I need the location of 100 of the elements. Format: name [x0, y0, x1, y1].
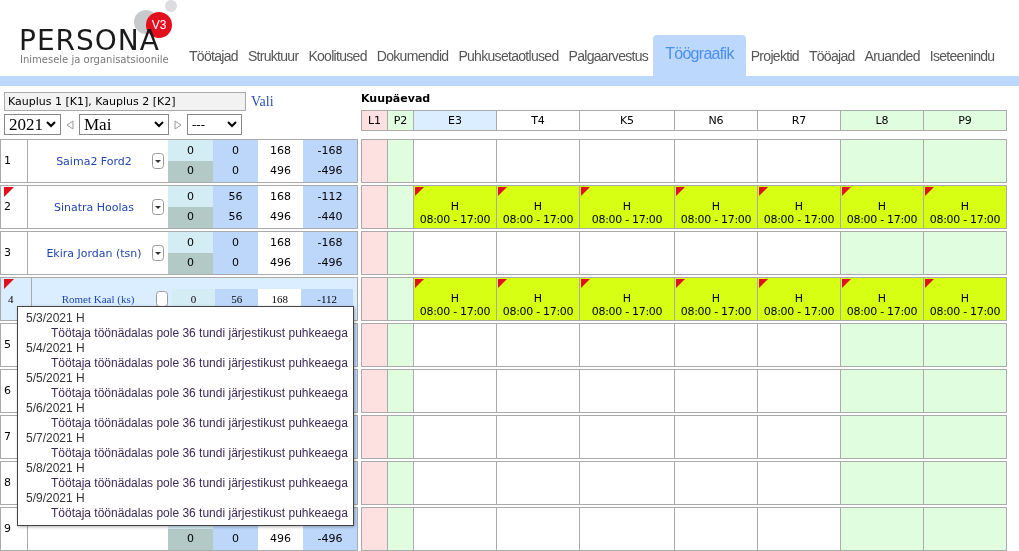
day-cell[interactable] — [579, 507, 675, 551]
day-cell[interactable] — [496, 231, 580, 275]
shift-cell[interactable]: H 08:00 - 17:00 — [496, 277, 580, 321]
day-cell[interactable] — [674, 139, 758, 183]
month-select[interactable]: Mai — [79, 114, 169, 135]
nav-tab[interactable]: Töötajad — [184, 48, 243, 76]
day-cell[interactable] — [361, 185, 388, 229]
day-cell[interactable] — [361, 369, 388, 413]
day-cell[interactable] — [674, 415, 758, 459]
day-cell[interactable] — [840, 323, 924, 367]
day-cell[interactable] — [674, 507, 758, 551]
day-cell[interactable] — [387, 369, 414, 413]
day-cell[interactable] — [579, 231, 675, 275]
day-cell[interactable] — [840, 461, 924, 505]
day-cell[interactable] — [361, 415, 388, 459]
shift-cell[interactable]: H 08:00 - 17:00 — [923, 277, 1007, 321]
shift-cell[interactable]: H 08:00 - 17:00 — [840, 277, 924, 321]
day-cell[interactable] — [496, 461, 580, 505]
nav-tab[interactable]: Projektid — [745, 48, 804, 76]
dropdown-icon[interactable] — [152, 153, 164, 169]
shift-cell[interactable]: H 08:00 - 17:00 — [579, 277, 675, 321]
shift-cell[interactable]: H 08:00 - 17:00 — [757, 277, 841, 321]
day-cell[interactable] — [757, 231, 841, 275]
day-cell[interactable] — [674, 231, 758, 275]
choose-link[interactable]: Vali — [251, 93, 274, 110]
day-cell[interactable] — [923, 231, 1007, 275]
day-cell[interactable] — [757, 461, 841, 505]
day-cell[interactable] — [840, 415, 924, 459]
nav-tab[interactable]: Iseteenindu — [924, 48, 1000, 76]
nav-tab[interactable]: Puhkusetaotlused — [453, 48, 564, 76]
day-cell[interactable] — [413, 231, 497, 275]
day-cell[interactable] — [361, 507, 388, 551]
day-cell[interactable] — [361, 277, 388, 321]
nav-tab[interactable]: Struktuur — [242, 48, 304, 76]
shift-cell[interactable]: H 08:00 - 17:00 — [413, 277, 497, 321]
day-cell[interactable] — [579, 139, 675, 183]
day-cell[interactable] — [387, 415, 414, 459]
day-cell[interactable] — [840, 507, 924, 551]
period-select[interactable]: --- — [187, 114, 242, 135]
previous-icon[interactable] — [66, 119, 74, 130]
shift-cell[interactable]: H 08:00 - 17:00 — [757, 185, 841, 229]
day-cell[interactable] — [387, 323, 414, 367]
shift-cell[interactable]: H 08:00 - 17:00 — [674, 185, 758, 229]
day-cell[interactable] — [413, 139, 497, 183]
day-cell[interactable] — [361, 461, 388, 505]
dropdown-icon[interactable] — [152, 199, 164, 215]
day-cell[interactable] — [413, 369, 497, 413]
day-cell[interactable] — [674, 461, 758, 505]
employee-name[interactable]: Saima2 Ford2 — [36, 154, 152, 168]
shift-cell[interactable]: H 08:00 - 17:00 — [674, 277, 758, 321]
day-cell[interactable] — [387, 461, 414, 505]
nav-tab[interactable]: Tööajad — [803, 48, 860, 76]
next-icon[interactable] — [174, 119, 182, 130]
day-cell[interactable] — [840, 139, 924, 183]
day-cell[interactable] — [579, 369, 675, 413]
day-cell[interactable] — [923, 415, 1007, 459]
day-cell[interactable] — [579, 461, 675, 505]
dropdown-icon[interactable] — [152, 245, 164, 261]
day-cell[interactable] — [387, 185, 414, 229]
day-cell[interactable] — [496, 139, 580, 183]
day-cell[interactable] — [840, 231, 924, 275]
day-cell[interactable] — [361, 231, 388, 275]
day-cell[interactable] — [674, 323, 758, 367]
nav-tab[interactable]: Koolitused — [303, 48, 372, 76]
day-cell[interactable] — [757, 139, 841, 183]
day-cell[interactable] — [757, 369, 841, 413]
day-cell[interactable] — [413, 415, 497, 459]
day-cell[interactable] — [496, 323, 580, 367]
shift-cell[interactable]: H 08:00 - 17:00 — [413, 185, 497, 229]
day-cell[interactable] — [579, 323, 675, 367]
day-cell[interactable] — [757, 507, 841, 551]
store-field[interactable]: Kauplus 1 [K1], Kauplus 2 [K2] — [4, 92, 246, 111]
dropdown-icon[interactable] — [156, 291, 168, 307]
nav-tab[interactable]: Dokumendid — [371, 48, 454, 76]
day-cell[interactable] — [413, 507, 497, 551]
day-cell[interactable] — [923, 461, 1007, 505]
shift-cell[interactable]: H 08:00 - 17:00 — [496, 185, 580, 229]
day-cell[interactable] — [923, 369, 1007, 413]
employee-name[interactable]: Romet Kaal (ks) — [40, 293, 156, 305]
day-cell[interactable] — [387, 277, 414, 321]
day-cell[interactable] — [361, 323, 388, 367]
day-cell[interactable] — [387, 231, 414, 275]
day-cell[interactable] — [387, 507, 414, 551]
day-cell[interactable] — [923, 323, 1007, 367]
shift-cell[interactable]: H 08:00 - 17:00 — [840, 185, 924, 229]
day-cell[interactable] — [923, 507, 1007, 551]
day-cell[interactable] — [840, 369, 924, 413]
employee-row[interactable]: 2 Sinatra Hoolas 0 0 56 56 168 496 -112 -440 — [0, 185, 358, 229]
day-cell[interactable] — [496, 415, 580, 459]
employee-row[interactable]: 1 Saima2 Ford2 0 0 0 0 168 496 -168 -496 — [0, 139, 358, 183]
day-cell[interactable] — [387, 139, 414, 183]
day-cell[interactable] — [757, 323, 841, 367]
employee-name[interactable]: Sinatra Hoolas — [36, 200, 152, 214]
shift-cell[interactable]: H 08:00 - 17:00 — [923, 185, 1007, 229]
day-cell[interactable] — [413, 461, 497, 505]
day-cell[interactable] — [579, 415, 675, 459]
employee-name[interactable]: Ekira Jordan (tsn) — [36, 246, 152, 260]
day-cell[interactable] — [923, 139, 1007, 183]
year-select[interactable]: 2021 — [4, 114, 61, 135]
shift-cell[interactable]: H 08:00 - 17:00 — [579, 185, 675, 229]
